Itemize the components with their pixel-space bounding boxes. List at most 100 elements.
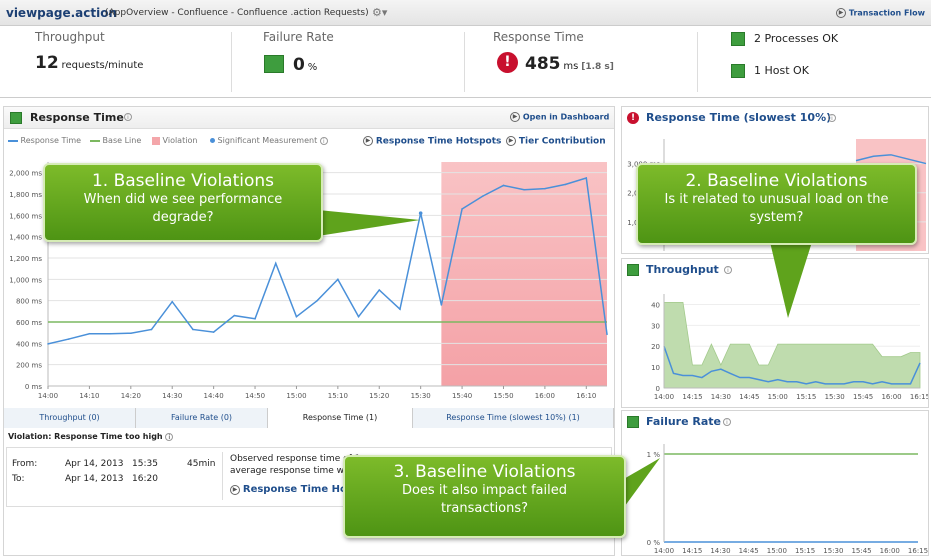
to-date: Apr 14, 2013 <box>65 474 124 484</box>
from-label: From: <box>12 459 38 469</box>
kpi-divider <box>231 32 232 92</box>
x-tick-label: 15:15 <box>795 547 815 555</box>
failure-title: Failure Rate <box>646 415 721 428</box>
failure-chart[interactable]: 0 % 1 % 14:00 14:15 14:30 14:45 15:00 15:15 15:3… <box>622 440 928 556</box>
data-point <box>523 188 525 191</box>
x-tick-label: 15:30 <box>825 393 845 401</box>
info-icon: i <box>165 433 174 441</box>
data-point <box>502 184 505 187</box>
info-icon[interactable]: i <box>723 417 731 427</box>
baseline-area <box>663 301 921 389</box>
data-point <box>130 332 132 334</box>
x-tick-label: 15:45 <box>851 547 871 555</box>
processes-status[interactable]: 2 Processes OK <box>754 32 838 45</box>
x-tick-label: 16:15 <box>910 393 928 401</box>
response-time-hotspots-link[interactable]: ▶ Response Time Hotspots <box>363 136 501 147</box>
info-icon[interactable]: i <box>124 112 132 122</box>
ok-square-icon <box>627 264 639 276</box>
play-icon: ▶ <box>510 112 520 122</box>
legend-response-time: Response Time <box>8 136 81 145</box>
legend-violation: Violation <box>152 136 197 145</box>
x-tick-label: 16:00 <box>881 393 901 401</box>
info-icon[interactable]: i <box>724 265 732 275</box>
y-tick-label: 1,400 ms <box>9 234 42 242</box>
y-tick-label: 1 % <box>647 451 661 459</box>
y-tick-label: 600 ms <box>16 319 42 327</box>
to-time: 16:20 <box>132 474 158 484</box>
x-tick-label: 14:00 <box>654 393 674 401</box>
info-icon[interactable]: i <box>828 113 836 123</box>
x-tick-label: 14:00 <box>654 547 674 555</box>
x-tick-label: 16:10 <box>576 392 596 400</box>
y-tick-label: 1,800 ms <box>9 191 42 199</box>
data-point <box>440 304 443 306</box>
kpi-divider <box>697 32 698 92</box>
play-icon: ▶ <box>506 136 516 146</box>
page-subtitle: (AppOverview - Confluence - Confluence .… <box>105 8 369 18</box>
x-tick-label: 14:00 <box>38 392 58 400</box>
x-tick-label: 15:00 <box>286 392 306 400</box>
slowest-title: Response Time (slowest 10%) <box>646 111 832 124</box>
throughput-kpi-label: Throughput <box>35 30 105 44</box>
x-tick-label: 14:45 <box>739 393 759 401</box>
data-point <box>212 331 215 333</box>
x-tick-label: 15:50 <box>493 392 513 400</box>
data-point <box>192 328 194 331</box>
throughput-title: Throughput <box>646 263 719 276</box>
tab-failure-rate[interactable]: Failure Rate (0) <box>136 408 268 428</box>
data-point <box>461 208 463 210</box>
to-label: To: <box>12 474 25 484</box>
tab-response-time-slowest[interactable]: Response Time (slowest 10%) (1) <box>413 408 614 428</box>
ok-square-icon <box>627 416 639 428</box>
y-tick-label: 400 ms <box>16 340 42 348</box>
error-icon: ! <box>497 52 518 73</box>
x-tick-label: 15:00 <box>768 393 788 401</box>
callout-1: 1. Baseline Violations When did we see pe… <box>43 163 323 242</box>
y-tick-label: 2,000 ms <box>9 170 42 178</box>
data-point <box>564 183 567 186</box>
panel-title: Response Time <box>30 111 124 124</box>
play-icon: ▶ <box>363 136 373 146</box>
data-point <box>67 338 70 340</box>
y-tick-label: 1,200 ms <box>9 255 42 263</box>
transaction-flow-link[interactable]: ▶ Transaction Flow <box>836 8 925 19</box>
open-in-dashboard-link[interactable]: ▶ Open in Dashboard <box>510 112 609 123</box>
tab-throughput[interactable]: Throughput (0) <box>4 408 136 428</box>
legend-base-line: Base Line <box>90 136 141 145</box>
y-tick-label: 0 ms <box>25 383 42 391</box>
data-point <box>316 299 318 302</box>
y-tick-label: 0 % <box>647 539 661 547</box>
from-date: Apr 14, 2013 <box>65 459 124 469</box>
tab-response-time[interactable]: Response Time (1) <box>268 408 413 428</box>
y-tick-label: 30 <box>651 322 660 330</box>
tier-contribution-link[interactable]: ▶ Tier Contribution <box>506 136 606 147</box>
play-icon: ▶ <box>230 484 240 495</box>
y-tick-label: 40 <box>651 301 660 309</box>
data-point <box>233 314 236 317</box>
hosts-status[interactable]: 1 Host OK <box>754 64 809 77</box>
ok-square-icon <box>264 55 284 73</box>
data-point <box>399 308 401 310</box>
data-point <box>295 315 298 318</box>
callout-3: 3. Baseline Violations Does it also impac… <box>343 455 626 538</box>
x-tick-label: 14:30 <box>711 393 731 401</box>
kpi-divider <box>464 32 465 92</box>
x-tick-label: 14:30 <box>162 392 182 400</box>
duration: 45min <box>187 459 216 469</box>
data-point <box>337 278 339 281</box>
x-tick-label: 16:15 <box>908 547 928 555</box>
divider <box>222 452 223 500</box>
data-point <box>274 262 277 265</box>
x-tick-label: 14:20 <box>121 392 141 400</box>
data-point <box>47 343 49 345</box>
x-tick-label: 16:00 <box>535 392 555 400</box>
response-time-hotspots-link-2[interactable]: ▶ Response Time Hot <box>230 484 352 495</box>
gear-icon[interactable]: ⚙▾ <box>372 6 387 19</box>
ok-square-icon <box>10 112 22 124</box>
significant-measurement-point <box>418 211 423 215</box>
x-tick-label: 15:30 <box>823 547 843 555</box>
x-tick-label: 15:40 <box>452 392 472 400</box>
x-tick-label: 16:00 <box>880 547 900 555</box>
throughput-chart[interactable]: 0 10 20 30 40 14:00 14:15 14:30 14:45 15:00 15:15 1… <box>622 290 928 406</box>
data-point <box>378 289 381 291</box>
